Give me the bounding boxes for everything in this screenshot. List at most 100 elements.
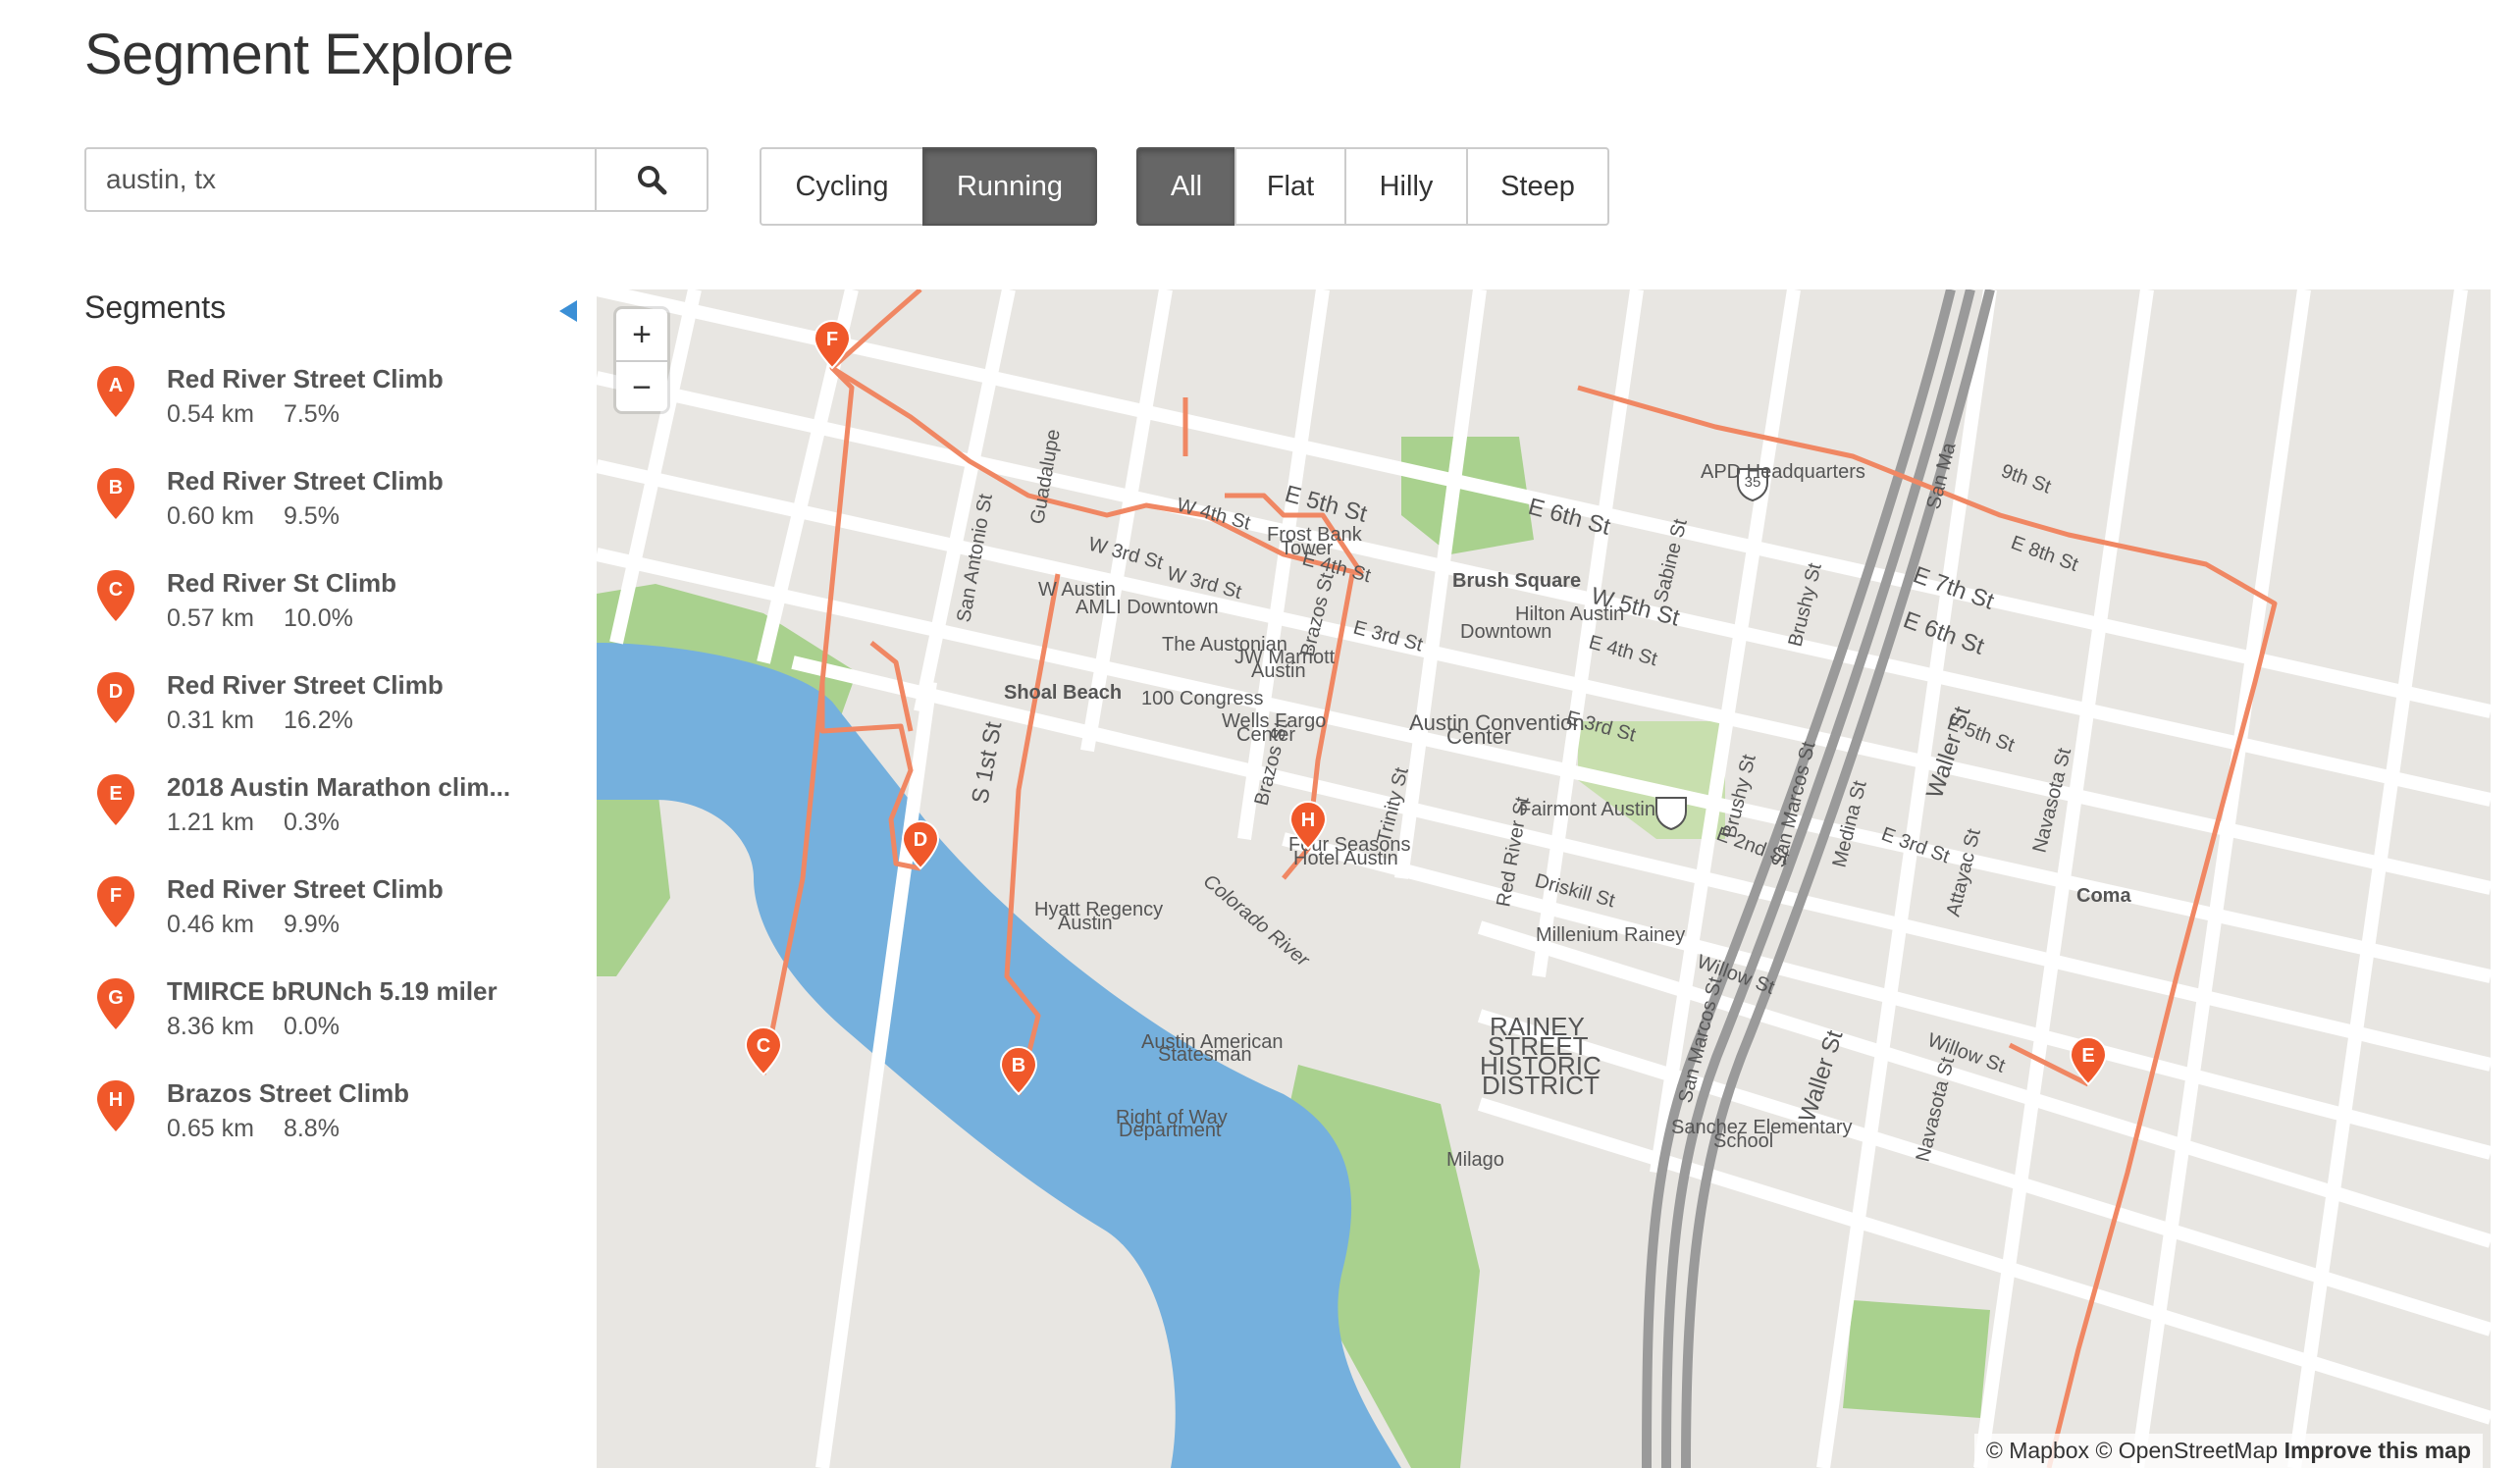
filter-flat-button[interactable]: Flat [1234,147,1346,226]
segment-marker-letter: F [110,885,122,907]
map-pin-icon: H [97,1080,134,1131]
map-marker-letter: E [2081,1045,2094,1067]
label-downtown: Downtown [1460,621,1551,643]
label-coma: Coma [2076,885,2131,907]
segment-marker-letter: C [109,579,123,601]
segment-marker-letter: B [109,477,123,498]
map-canvas[interactable]: 35 APD Headquarters E 6th St E 5th St W … [597,289,2491,1468]
zoom-in-button[interactable]: + [616,309,667,362]
label-rainey4: DISTRICT [1482,1071,1600,1100]
segment-grade: 10.0% [283,604,353,632]
segment-stats: 0.65 km 8.8% [167,1115,340,1143]
running-button[interactable]: Running [922,147,1097,226]
segment-stats: 1.21 km 0.3% [167,809,340,837]
label-brush-square: Brush Square [1452,570,1581,592]
segment-item[interactable]: E 2018 Austin Marathon clim... 1.21 km 0.3% [94,766,555,868]
search-icon [638,166,667,195]
segment-grade: 9.9% [283,911,340,938]
label-fairmont: Fairmont Austin [1519,799,1655,820]
segment-name: 2018 Austin Marathon clim... [167,772,511,802]
segment-item[interactable]: C Red River St Climb 0.57 km 10.0% [94,562,555,664]
mapbox-credit[interactable]: © Mapbox [1986,1438,2089,1463]
map-pin-icon: A [97,366,134,417]
segment-marker-letter: G [108,987,124,1009]
segment-stats: 0.60 km 9.5% [167,502,340,531]
segment-distance: 0.60 km [167,502,254,530]
segment-list: A Red River Street Climb 0.54 km 7.5% B Red R… [94,358,555,1175]
segment-marker-letter: A [109,375,123,396]
segment-grade: 8.8% [283,1115,340,1142]
segment-marker-letter: D [109,681,123,703]
segment-name: Brazos Street Climb [167,1078,410,1108]
segment-marker-letter: E [109,783,122,805]
filter-steep-button[interactable]: Steep [1466,147,1609,226]
label-apd: APD Headquarters [1701,461,1865,483]
segment-grade: 0.3% [283,809,340,836]
filter-hilly-button[interactable]: Hilly [1344,147,1468,226]
osm-credit[interactable]: © OpenStreetMap [2095,1438,2278,1463]
terrain-filter: All Flat Hilly Steep [1136,147,1609,226]
map-pin-icon: E [97,774,134,825]
segments-heading: Segments [84,289,227,325]
map-marker-letter: C [757,1035,770,1057]
label-shoal-beach: Shoal Beach [1004,682,1122,704]
sport-toggle: Cycling Running [760,147,1097,226]
map-pin-icon: B [97,468,134,519]
segment-stats: 0.57 km 10.0% [167,604,353,633]
segment-stats: 8.36 km 0.0% [167,1013,340,1041]
segment-item[interactable]: B Red River Street Climb 0.60 km 9.5% [94,460,555,562]
search-input[interactable] [84,147,595,212]
segment-grade: 9.5% [283,502,340,530]
map-pin-icon: G [97,978,134,1029]
label-milago: Milago [1446,1149,1504,1171]
segment-grade: 16.2% [283,707,353,734]
label-100-congress: 100 Congress [1141,688,1264,709]
segment-distance: 0.54 km [167,400,254,428]
label-sanchez2: School [1713,1130,1773,1152]
label-amli: AMLI Downtown [1076,597,1219,618]
label-millenium: Millenium Rainey [1536,924,1685,946]
page-title: Segment Explore [84,23,514,86]
segment-distance: 0.46 km [167,911,254,938]
segment-item[interactable]: H Brazos Street Climb 0.65 km 8.8% [94,1073,555,1175]
map-marker-letter: D [914,829,927,851]
segment-distance: 0.57 km [167,604,254,632]
segment-grade: 7.5% [283,400,340,428]
zoom-out-button[interactable]: − [616,362,667,411]
label-four-seasons2: Hotel Austin [1293,848,1398,869]
segment-marker-letter: H [109,1089,123,1111]
park-area [1843,1300,1990,1418]
segment-item[interactable]: D Red River Street Climb 0.31 km 16.2% [94,664,555,766]
segment-stats: 0.54 km 7.5% [167,400,340,429]
segment-item[interactable]: F Red River Street Climb 0.46 km 9.9% [94,868,555,970]
segment-distance: 0.31 km [167,707,254,734]
segment-distance: 1.21 km [167,809,254,836]
segment-name: TMIRCE bRUNch 5.19 miler [167,976,498,1006]
segment-name: Red River Street Climb [167,466,444,496]
label-statesman2: Statesman [1158,1044,1252,1066]
map-marker-letter: H [1301,810,1315,831]
label-right-of-way2: Department [1119,1120,1222,1141]
map-marker-letter: F [826,329,838,350]
segment-stats: 0.46 km 9.9% [167,911,340,939]
cycling-button[interactable]: Cycling [760,147,924,226]
map-attribution: © Mapbox © OpenStreetMap Improve this ma… [1973,1434,2483,1468]
segment-item[interactable]: G TMIRCE bRUNch 5.19 miler 8.36 km 0.0% [94,970,555,1073]
triangle-left-icon[interactable] [559,300,577,322]
segment-name: Red River St Climb [167,568,397,598]
segment-stats: 0.31 km 16.2% [167,707,353,735]
segment-item[interactable]: A Red River Street Climb 0.54 km 7.5% [94,358,555,460]
segment-name: Red River Street Climb [167,874,444,904]
segment-name: Red River Street Climb [167,670,444,700]
map-pin-icon: C [97,570,134,621]
label-marriott2: Austin [1251,660,1306,682]
search-bar [84,147,709,216]
map-pin-icon: D [97,672,134,723]
segment-distance: 8.36 km [167,1013,254,1040]
segment-name: Red River Street Climb [167,364,444,393]
map[interactable]: 35 APD Headquarters E 6th St E 5th St W … [597,289,2491,1468]
improve-map-link[interactable]: Improve this map [2284,1438,2471,1463]
search-button[interactable] [595,147,709,212]
map-pin-icon: F [97,876,134,927]
filter-all-button[interactable]: All [1136,147,1236,226]
